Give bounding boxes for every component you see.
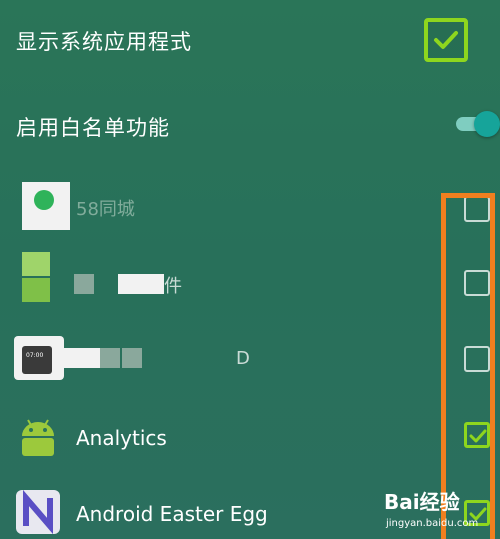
app-row[interactable]: 07:00 D [0,330,500,386]
enable-whitelist-toggle[interactable] [452,110,500,138]
redacted-text [100,348,120,368]
show-system-apps-label: 显示系统应用程式 [16,30,192,54]
redacted-text [118,274,164,294]
app-name: Analytics [76,426,167,450]
android-n-icon [16,489,60,535]
app-name: D [236,348,250,369]
setting-show-system-apps[interactable]: 显示系统应用程式 [0,0,500,82]
show-system-apps-checkbox[interactable] [424,18,468,62]
enable-whitelist-label: 启用白名单功能 [16,116,170,140]
checkmark-icon [434,31,458,49]
app-row[interactable]: 58同城 [0,180,500,236]
app-row[interactable]: Analytics [0,408,500,464]
app-icon [22,252,50,302]
app-name: 58同城 [76,199,135,220]
app-name: 件 [164,276,182,297]
watermark-url: jingyan.baidu.com [386,518,479,529]
toggle-thumb [474,111,500,137]
baidu-watermark: Bai经验 jingyan.baidu.com [378,486,498,536]
redacted-text [74,274,94,294]
app-name: Android Easter Egg [76,502,268,526]
app-icon [16,182,72,230]
redacted-text [122,348,142,368]
app-icon: 07:00 [14,336,64,380]
app-row[interactable]: 件 [0,246,500,310]
watermark-title: Bai经验 [384,490,460,514]
redacted-text [64,348,100,368]
android-icon [16,414,60,458]
setting-enable-whitelist[interactable]: 启用白名单功能 [0,90,500,160]
